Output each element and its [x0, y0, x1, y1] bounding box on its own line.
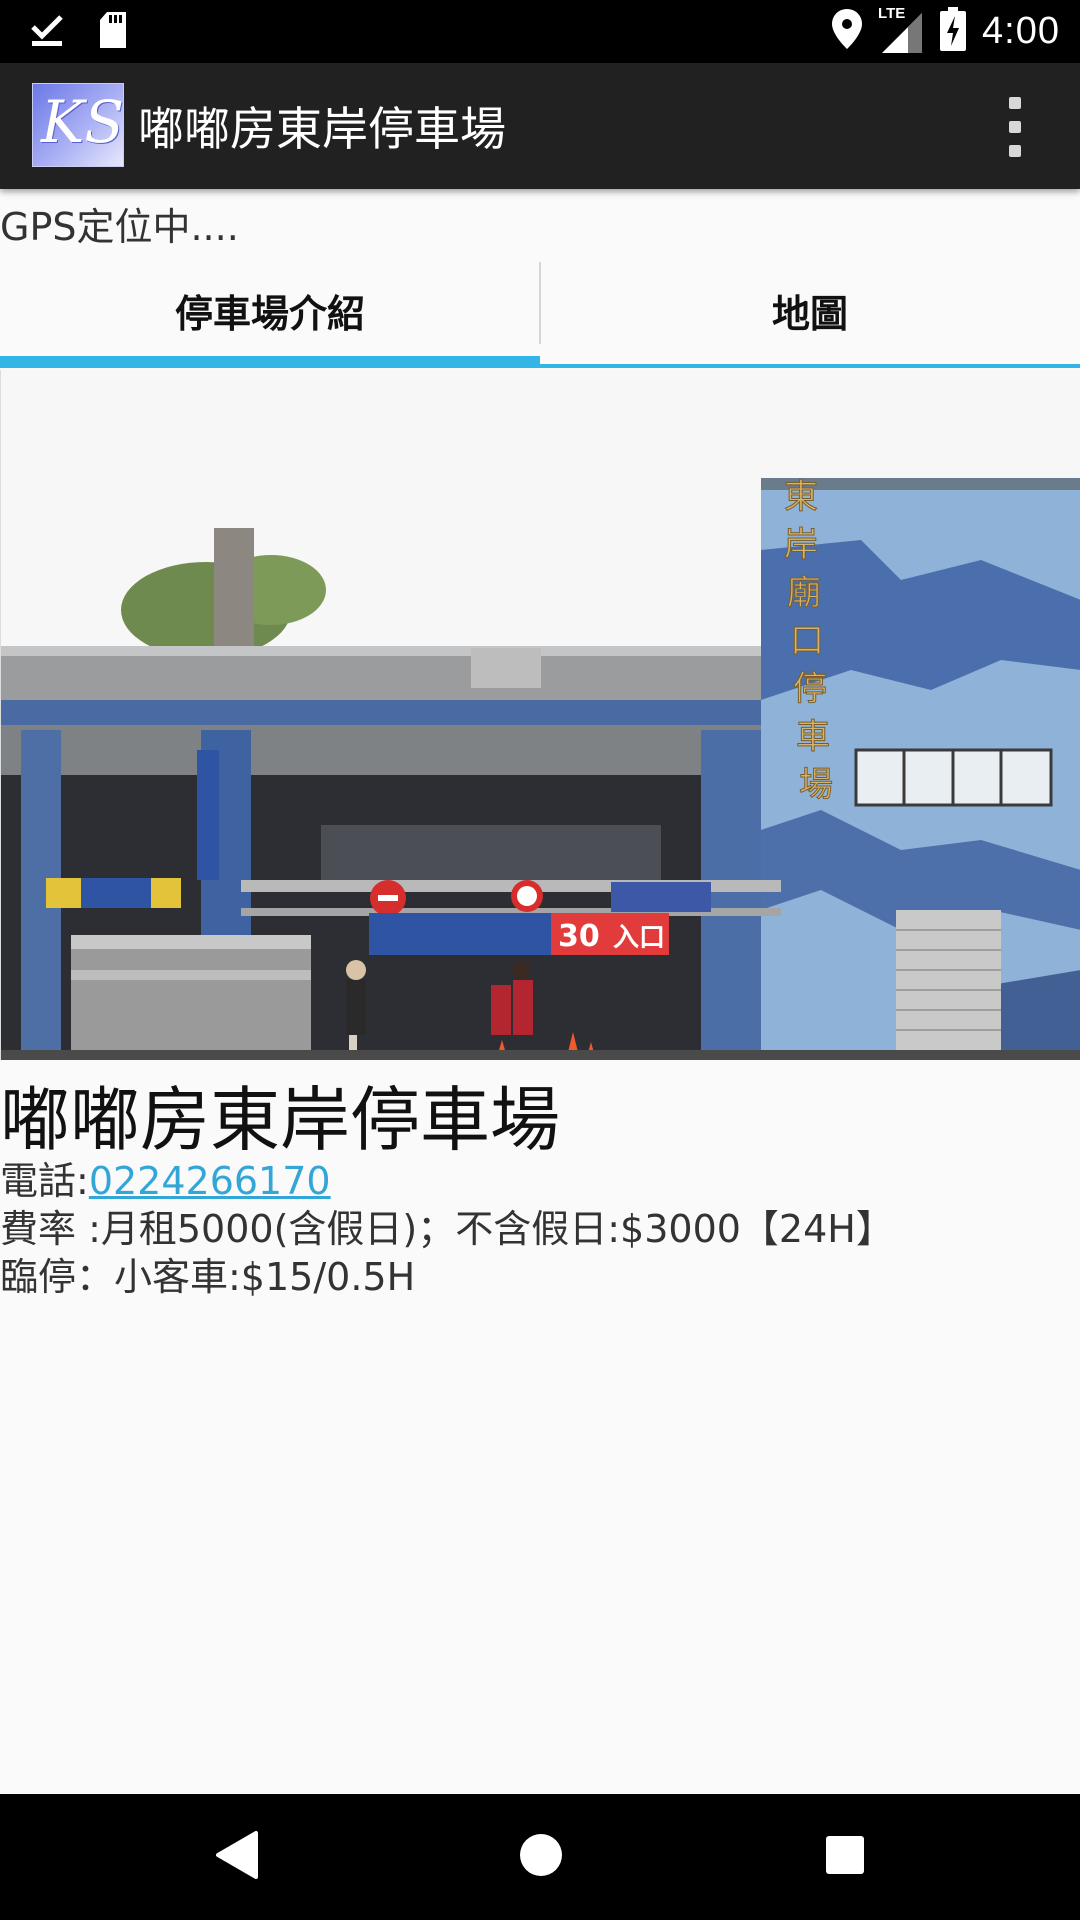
recents-icon[interactable]	[824, 1830, 866, 1884]
sign-char: 岸	[784, 525, 818, 565]
sign-char: 廟	[787, 573, 821, 613]
app-logo-text: KS	[41, 88, 125, 156]
tab-divider	[539, 262, 541, 344]
phone-link[interactable]: 0224266170	[89, 1159, 331, 1203]
app-logo: KS	[32, 83, 124, 167]
banner-text: 入口	[613, 923, 665, 953]
home-icon[interactable]	[518, 1830, 564, 1884]
parking-lot-photo: 東 岸 廟 口 停 車 場 30 入口	[0, 370, 1080, 1060]
clock: 4:00	[982, 9, 1060, 52]
sign-char: 停	[793, 669, 827, 709]
sign-char: 車	[796, 717, 830, 757]
temporary-parking-line: 臨停：小客車:$15/0.5H	[0, 1255, 416, 1299]
rate-line: 費率 :月租5000(含假日)；不含假日:$3000【24H】	[0, 1207, 894, 1251]
sign-char: 東	[784, 477, 818, 517]
navigation-bar	[0, 1794, 1080, 1920]
banner-text: 30	[558, 919, 600, 954]
sd-card-icon	[98, 12, 128, 52]
phone-label: 電話:	[0, 1159, 89, 1203]
sign-char: 口	[790, 621, 824, 661]
tab-label: 地圖	[771, 291, 848, 336]
gps-status: GPS定位中....	[0, 205, 239, 249]
lte-label: LTE	[878, 5, 906, 22]
tab-label: 停車場介紹	[174, 291, 365, 336]
tab-parking-intro[interactable]: 停車場介紹	[0, 262, 540, 368]
battery-charging-icon	[940, 7, 967, 55]
location-icon	[832, 9, 863, 53]
overflow-menu-icon[interactable]	[1000, 97, 1030, 157]
lte-signal-icon: LTE	[878, 5, 924, 53]
download-done-icon	[30, 13, 64, 51]
back-icon[interactable]	[214, 1830, 258, 1884]
status-bar: LTE 4:00	[0, 0, 1080, 63]
app-bar: KS 嘟嘟房東岸停車場	[0, 63, 1080, 189]
tab-map[interactable]: 地圖	[540, 262, 1080, 368]
app-title: 嘟嘟房東岸停車場	[138, 102, 506, 156]
sign-char: 場	[799, 765, 833, 805]
phone-line: 電話:0224266170	[0, 1150, 331, 1205]
